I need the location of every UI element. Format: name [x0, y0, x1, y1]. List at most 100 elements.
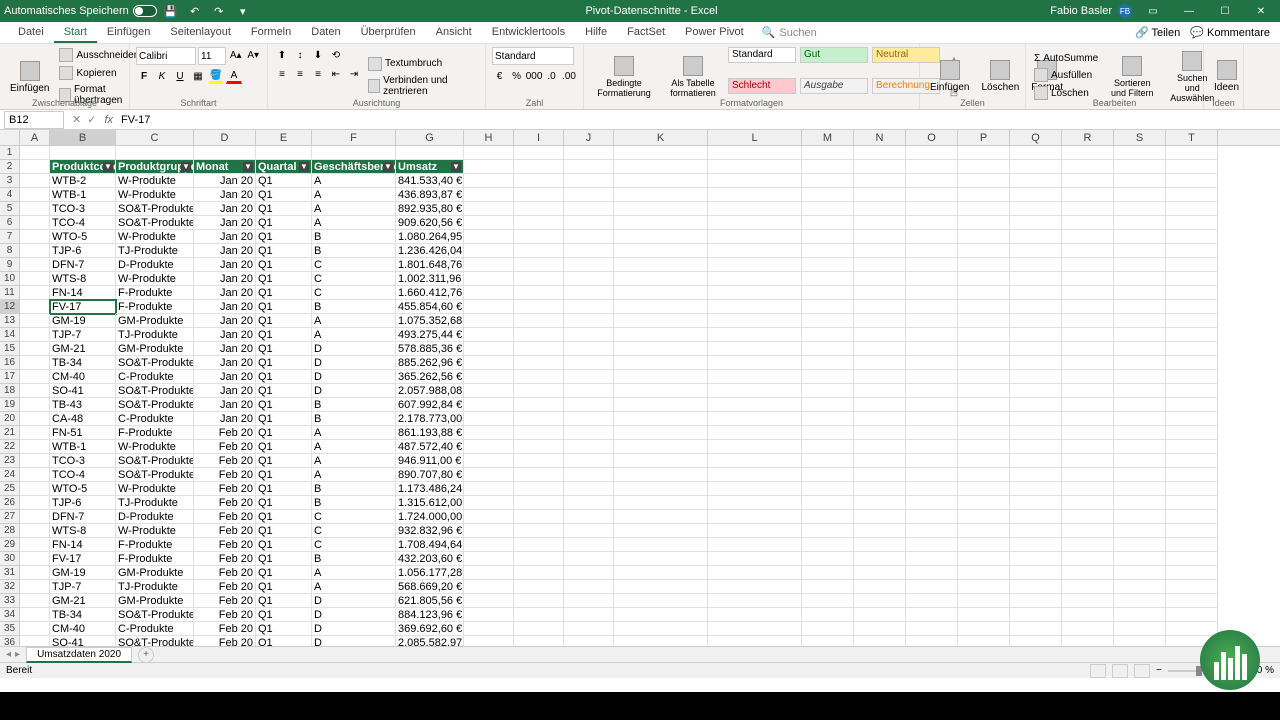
cell[interactable]: [514, 552, 564, 566]
cell[interactable]: [1166, 174, 1218, 188]
cell[interactable]: [464, 314, 514, 328]
italic-button[interactable]: K: [154, 68, 170, 84]
cell[interactable]: [906, 608, 958, 622]
row-header[interactable]: 4: [0, 188, 20, 202]
cell[interactable]: [464, 440, 514, 454]
cell[interactable]: [802, 454, 854, 468]
row-header[interactable]: 15: [0, 342, 20, 356]
cell[interactable]: [958, 174, 1010, 188]
cell[interactable]: [464, 496, 514, 510]
cell[interactable]: [614, 216, 708, 230]
cell[interactable]: [1010, 272, 1062, 286]
cell[interactable]: [802, 300, 854, 314]
cell[interactable]: [854, 608, 906, 622]
cell[interactable]: [958, 524, 1010, 538]
cell[interactable]: [20, 496, 50, 510]
cell[interactable]: [20, 622, 50, 636]
cell[interactable]: 621.805,56 €: [396, 594, 464, 608]
cell[interactable]: Q1: [256, 370, 312, 384]
cell[interactable]: F-Produkte: [116, 286, 194, 300]
cell[interactable]: [1062, 636, 1114, 646]
cell[interactable]: [1166, 566, 1218, 580]
cell[interactable]: WTB-1: [50, 440, 116, 454]
cell[interactable]: [1062, 230, 1114, 244]
cell[interactable]: [708, 622, 802, 636]
row-header[interactable]: 9: [0, 258, 20, 272]
cell[interactable]: [1062, 146, 1114, 160]
cell[interactable]: WTS-8: [50, 272, 116, 286]
cell[interactable]: [20, 636, 50, 646]
cell[interactable]: [20, 426, 50, 440]
cell[interactable]: [20, 202, 50, 216]
cell[interactable]: [1114, 566, 1166, 580]
cell[interactable]: [1166, 146, 1218, 160]
cell[interactable]: [564, 524, 614, 538]
cell[interactable]: [1010, 160, 1062, 174]
cell[interactable]: 885.262,96 €: [396, 356, 464, 370]
cell[interactable]: [564, 146, 614, 160]
cell[interactable]: [1010, 384, 1062, 398]
cell[interactable]: [1010, 174, 1062, 188]
cell[interactable]: [514, 566, 564, 580]
cell[interactable]: [20, 160, 50, 174]
cell[interactable]: 1.056.177,28 €: [396, 566, 464, 580]
row-header[interactable]: 16: [0, 356, 20, 370]
row-header[interactable]: 13: [0, 314, 20, 328]
cell[interactable]: 493.275,44 €: [396, 328, 464, 342]
cell[interactable]: [1010, 258, 1062, 272]
cell[interactable]: [854, 552, 906, 566]
cell[interactable]: Jan 20: [194, 188, 256, 202]
cell[interactable]: [906, 202, 958, 216]
cell[interactable]: 841.533,40 €: [396, 174, 464, 188]
cell[interactable]: [1010, 496, 1062, 510]
cell[interactable]: [464, 566, 514, 580]
cell[interactable]: [514, 342, 564, 356]
cell[interactable]: TJ-Produkte: [116, 496, 194, 510]
cell[interactable]: [614, 286, 708, 300]
cell[interactable]: C-Produkte: [116, 412, 194, 426]
underline-button[interactable]: U: [172, 68, 188, 84]
cell[interactable]: Feb 20: [194, 454, 256, 468]
cell[interactable]: [802, 258, 854, 272]
cell[interactable]: [854, 524, 906, 538]
row-header[interactable]: 20: [0, 412, 20, 426]
cell[interactable]: GM-19: [50, 566, 116, 580]
cell[interactable]: [464, 258, 514, 272]
maximize-icon[interactable]: ☐: [1210, 1, 1240, 21]
accept-formula-icon[interactable]: ✓: [87, 113, 96, 126]
cell[interactable]: FN-51: [50, 426, 116, 440]
tab-factset[interactable]: FactSet: [617, 23, 675, 43]
cell[interactable]: [564, 566, 614, 580]
row-header[interactable]: 23: [0, 454, 20, 468]
cell[interactable]: [802, 342, 854, 356]
cell[interactable]: [20, 552, 50, 566]
cell[interactable]: [1062, 384, 1114, 398]
cell[interactable]: [1166, 188, 1218, 202]
cell[interactable]: [464, 174, 514, 188]
cell[interactable]: 607.992,84 €: [396, 398, 464, 412]
cell[interactable]: TJP-7: [50, 328, 116, 342]
cell[interactable]: [1062, 468, 1114, 482]
cell[interactable]: [906, 272, 958, 286]
cell[interactable]: [396, 146, 464, 160]
cell[interactable]: [802, 328, 854, 342]
cell[interactable]: [1114, 636, 1166, 646]
cell[interactable]: Feb 20: [194, 566, 256, 580]
cell[interactable]: B: [312, 244, 396, 258]
cell[interactable]: [906, 356, 958, 370]
cell[interactable]: [1062, 328, 1114, 342]
cell[interactable]: TB-34: [50, 356, 116, 370]
cell[interactable]: [1010, 594, 1062, 608]
cell[interactable]: [1166, 244, 1218, 258]
cell[interactable]: [906, 594, 958, 608]
row-header[interactable]: 32: [0, 580, 20, 594]
cell[interactable]: [514, 510, 564, 524]
cell[interactable]: D: [312, 636, 396, 646]
cell[interactable]: [1010, 622, 1062, 636]
cell[interactable]: [1114, 342, 1166, 356]
cell[interactable]: [20, 230, 50, 244]
tab-start[interactable]: Start: [54, 23, 97, 43]
currency-icon[interactable]: €: [492, 68, 507, 84]
cell[interactable]: [906, 188, 958, 202]
cell[interactable]: [854, 188, 906, 202]
